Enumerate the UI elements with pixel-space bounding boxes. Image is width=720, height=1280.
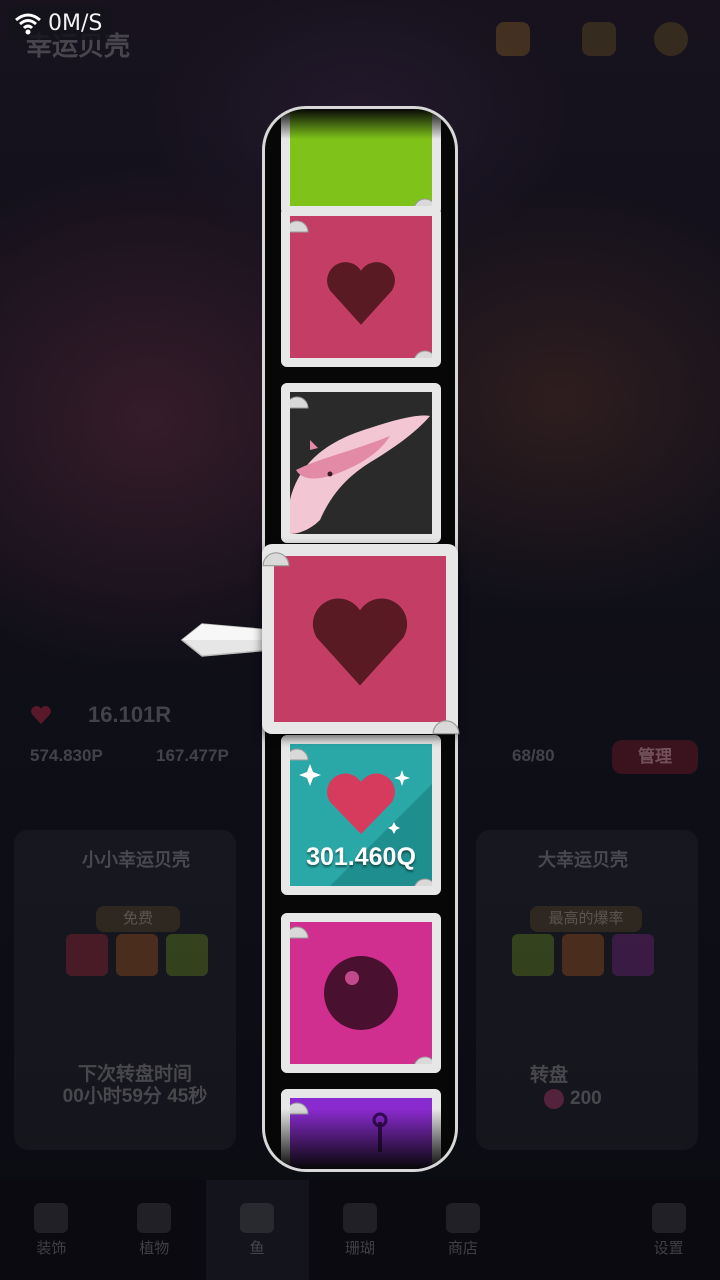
next-spin-label: 下次转盘时间 xyxy=(77,1064,192,1085)
nav-item-fish[interactable]: 鱼 xyxy=(205,1180,309,1280)
shell-icon xyxy=(414,878,432,886)
coral-icon xyxy=(343,1202,377,1233)
reel-tile-heart-bonus: 301.460Q xyxy=(281,735,441,895)
nav-item-settings[interactable]: 设置 xyxy=(617,1180,720,1280)
shell-icon xyxy=(34,1202,69,1233)
heart-icon xyxy=(31,706,51,725)
big-shell-title: 大幸运贝壳 xyxy=(538,850,628,870)
nav-item-blank xyxy=(514,1180,617,1280)
mini-chest-icon xyxy=(612,934,654,976)
fish-icon xyxy=(240,1202,275,1233)
shell-icon xyxy=(290,926,309,939)
plant-icon xyxy=(137,1202,172,1233)
gear-icon[interactable] xyxy=(654,22,688,56)
small-shell-title: 小小幸运贝壳 xyxy=(82,850,190,870)
reel-tile-pearl xyxy=(281,913,441,1073)
manage-button[interactable]: 管理 xyxy=(612,740,698,774)
arrow-pointer-icon xyxy=(180,623,270,657)
cart-icon xyxy=(445,1202,480,1233)
spin-cost: 200 xyxy=(544,1088,602,1110)
reel-top-fade xyxy=(265,109,455,139)
gear-icon xyxy=(651,1202,686,1233)
pink-whale-icon xyxy=(290,415,430,534)
heart-icon xyxy=(312,598,408,686)
bottom-nav: 装饰 植物 鱼 珊瑚 商店 设置 xyxy=(0,1180,720,1280)
status-bar: 0M/S xyxy=(8,6,113,40)
reel-tile-whale xyxy=(281,383,441,543)
free-badge: 免费 xyxy=(96,906,180,932)
heart-icon xyxy=(327,262,395,325)
pearl-coin-icon xyxy=(544,1089,564,1109)
shell-icon xyxy=(290,220,309,233)
next-spin-info: 下次转盘时间 00小时59分 45秒 xyxy=(40,1064,230,1108)
shell-icon xyxy=(432,720,460,735)
bonus-amount: 301.460Q xyxy=(306,843,416,871)
reel-tile-heart xyxy=(281,207,441,367)
fish-capacity: 68/80 xyxy=(512,746,555,765)
shell-icon xyxy=(414,1056,432,1064)
best-rate-badge: 最高的爆率 xyxy=(530,906,642,932)
nav-item-shop[interactable]: 商店 xyxy=(411,1180,514,1280)
secondary-currency-2: 167.477P xyxy=(156,746,229,765)
secondary-currency: 574.830P xyxy=(30,746,103,765)
gift-icon[interactable] xyxy=(496,22,530,56)
mini-plant-icon xyxy=(166,934,208,976)
main-currency: 16.101R xyxy=(88,702,172,727)
selected-tile-heart xyxy=(262,544,460,735)
reel-bottom-fade xyxy=(265,1109,455,1169)
network-speed: 0M/S xyxy=(48,10,103,36)
nav-item-decor[interactable]: 装饰 xyxy=(0,1180,103,1280)
nav-item-coral[interactable]: 珊瑚 xyxy=(309,1180,412,1280)
trophy-icon[interactable] xyxy=(582,22,616,56)
spin-label[interactable]: 转盘 xyxy=(530,1060,568,1087)
spin-cost-value: 200 xyxy=(570,1088,602,1109)
mini-dolphin-icon xyxy=(562,934,604,976)
mini-plant-icon-2 xyxy=(512,934,554,976)
next-spin-time: 00小时59分 45秒 xyxy=(62,1086,208,1107)
pearl-icon xyxy=(324,956,398,1030)
wifi-icon xyxy=(15,13,41,35)
mini-heart-icon xyxy=(66,934,108,976)
shell-icon xyxy=(414,350,432,358)
nav-item-plants[interactable]: 植物 xyxy=(103,1180,206,1280)
mini-fish-icon xyxy=(116,934,158,976)
currency-row: 16.101R xyxy=(30,702,171,728)
shell-icon xyxy=(262,552,290,567)
